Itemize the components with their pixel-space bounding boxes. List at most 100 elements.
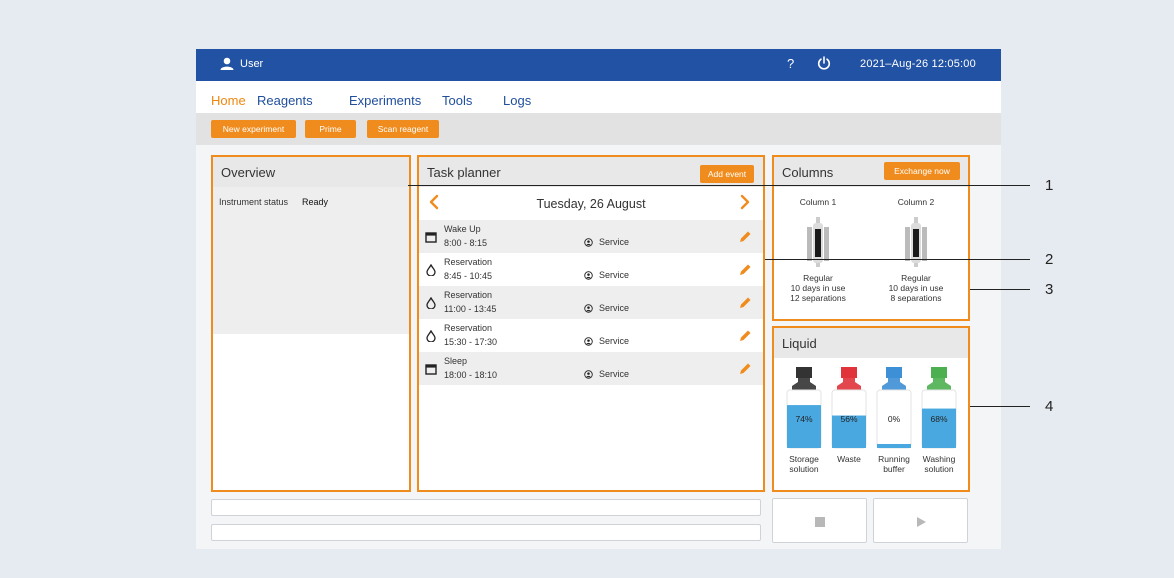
bottle-name-line1: Storage (789, 454, 819, 464)
overview-panel: Overview Instrument status Ready (211, 155, 411, 492)
tab-tools[interactable]: Tools (442, 93, 472, 108)
progress-bar-1 (211, 499, 761, 516)
event-service: Service (584, 270, 629, 280)
bottle-4-icon: 68% (921, 367, 957, 449)
tab-experiments[interactable]: Experiments (349, 93, 421, 108)
event-row[interactable]: Reservation 11:00 - 13:45 Service (419, 286, 763, 319)
bottle-name-line1: Waste (837, 454, 861, 464)
event-row[interactable]: Reservation 15:30 - 17:30 Service (419, 319, 763, 352)
event-name: Reservation (444, 323, 493, 333)
event-service-label: Service (599, 270, 630, 280)
main-nav: Home Reagents Experiments Tools Logs (196, 81, 1001, 113)
event-name: Reservation (444, 290, 493, 300)
calendar-icon (425, 232, 437, 243)
callout-line-4 (970, 406, 1030, 407)
event-time: 15:30 - 17:30 (444, 337, 498, 347)
action-toolbar: New experiment Prime Scan reagent (196, 113, 1001, 145)
column-2-type: Regular (901, 273, 931, 283)
event-time: 11:00 - 13:45 (444, 304, 497, 314)
stop-icon (815, 517, 825, 527)
person-icon (584, 303, 593, 313)
event-time: 18:00 - 18:10 (444, 370, 498, 380)
event-service: Service (584, 303, 629, 313)
event-row[interactable]: Reservation 8:45 - 10:45 Service (419, 253, 763, 286)
bottle-3-icon: 0% (876, 367, 912, 449)
bottle-percent: 74% (795, 414, 812, 424)
edit-icon[interactable] (737, 229, 753, 245)
bottle-name-line2: solution (789, 464, 819, 474)
drop-icon (426, 330, 436, 342)
planner-date: Tuesday, 26 August (536, 197, 646, 211)
bottle-name-line2: buffer (883, 464, 905, 474)
callout-4: 4 (1045, 398, 1054, 415)
callout-2: 2 (1045, 251, 1054, 268)
planner-header: Task planner Add event (419, 157, 763, 187)
play-button[interactable] (873, 498, 968, 543)
bottle-cap (841, 367, 857, 378)
event-service: Service (584, 237, 629, 247)
event-time: 8:00 - 8:15 (444, 238, 488, 248)
progress-bar-2 (211, 524, 761, 541)
bottle-name-line2: solution (924, 464, 954, 474)
exchange-now-button[interactable]: Exchange now (884, 162, 960, 180)
column-2-separations: 8 separations (890, 293, 942, 303)
liquid-title: Liquid (782, 336, 817, 351)
datetime: 2021–Aug-26 12:05:00 (860, 58, 976, 70)
person-icon (584, 237, 593, 247)
chevron-right-icon[interactable] (740, 194, 750, 210)
bottle-neck (837, 378, 861, 390)
help-button[interactable]: ? (787, 56, 794, 71)
bottle-1-icon: 74% (786, 367, 822, 449)
edit-icon[interactable] (737, 262, 753, 278)
edit-icon[interactable] (737, 328, 753, 344)
event-row[interactable]: Wake Up 8:00 - 8:15 Service (419, 220, 763, 253)
edit-icon[interactable] (737, 295, 753, 311)
status-value: Ready (302, 197, 329, 207)
column-1-days: 10 days in use (790, 283, 846, 293)
liquid-panel: Liquid 74% Storage solution 56% Waste 0% Runni… (772, 326, 970, 492)
person-icon (584, 369, 593, 379)
bottle-cap (931, 367, 947, 378)
column-1-separations: 12 separations (790, 293, 846, 303)
tab-reagents[interactable]: Reagents (257, 93, 313, 108)
prime-button[interactable]: Prime (305, 120, 356, 138)
status-label: Instrument status (219, 197, 289, 207)
columns-header: Columns Exchange now (774, 157, 968, 187)
add-event-button[interactable]: Add event (700, 165, 754, 183)
column-2-days: 10 days in use (888, 283, 944, 293)
app-window: User ? 2021–Aug-26 12:05:00 Home Reagent… (196, 49, 1001, 549)
liquid-header: Liquid (774, 328, 968, 358)
bottle-name-line1: Running (878, 454, 910, 464)
overview-title: Overview (221, 165, 276, 180)
person-icon (584, 270, 593, 280)
event-name: Reservation (444, 257, 493, 267)
callout-line-2 (765, 259, 1030, 260)
event-service-label: Service (599, 237, 630, 247)
drop-icon (426, 297, 436, 309)
planner-title: Task planner (427, 165, 501, 180)
tab-logs[interactable]: Logs (503, 93, 531, 108)
bottle-name-line1: Washing (922, 454, 956, 464)
callout-1: 1 (1045, 177, 1054, 194)
power-icon[interactable] (816, 55, 832, 71)
scan-reagent-button[interactable]: Scan reagent (367, 120, 439, 138)
callout-line-3 (970, 289, 1030, 290)
bottle-neck (882, 378, 906, 390)
bottle-neck (927, 378, 951, 390)
overview-header: Overview (213, 157, 409, 187)
user-menu[interactable]: User (220, 57, 263, 70)
task-planner-panel: Task planner Add event Tuesday, 26 Augus… (417, 155, 765, 492)
event-row[interactable]: Sleep 18:00 - 18:10 Service (419, 352, 763, 385)
user-icon (220, 57, 234, 70)
drop-icon (426, 264, 436, 276)
edit-icon[interactable] (737, 361, 753, 377)
overview-status-area: Instrument status Ready (213, 187, 409, 334)
event-service-label: Service (599, 336, 630, 346)
callout-3: 3 (1045, 281, 1054, 298)
columns-panel: Columns Exchange now Column 1 Column 2 R… (772, 155, 970, 321)
tab-home[interactable]: Home (211, 93, 246, 108)
column-2-icon (905, 217, 927, 267)
column-1-name: Column 1 (799, 197, 837, 207)
new-experiment-button[interactable]: New experiment (211, 120, 296, 138)
stop-button[interactable] (772, 498, 867, 543)
